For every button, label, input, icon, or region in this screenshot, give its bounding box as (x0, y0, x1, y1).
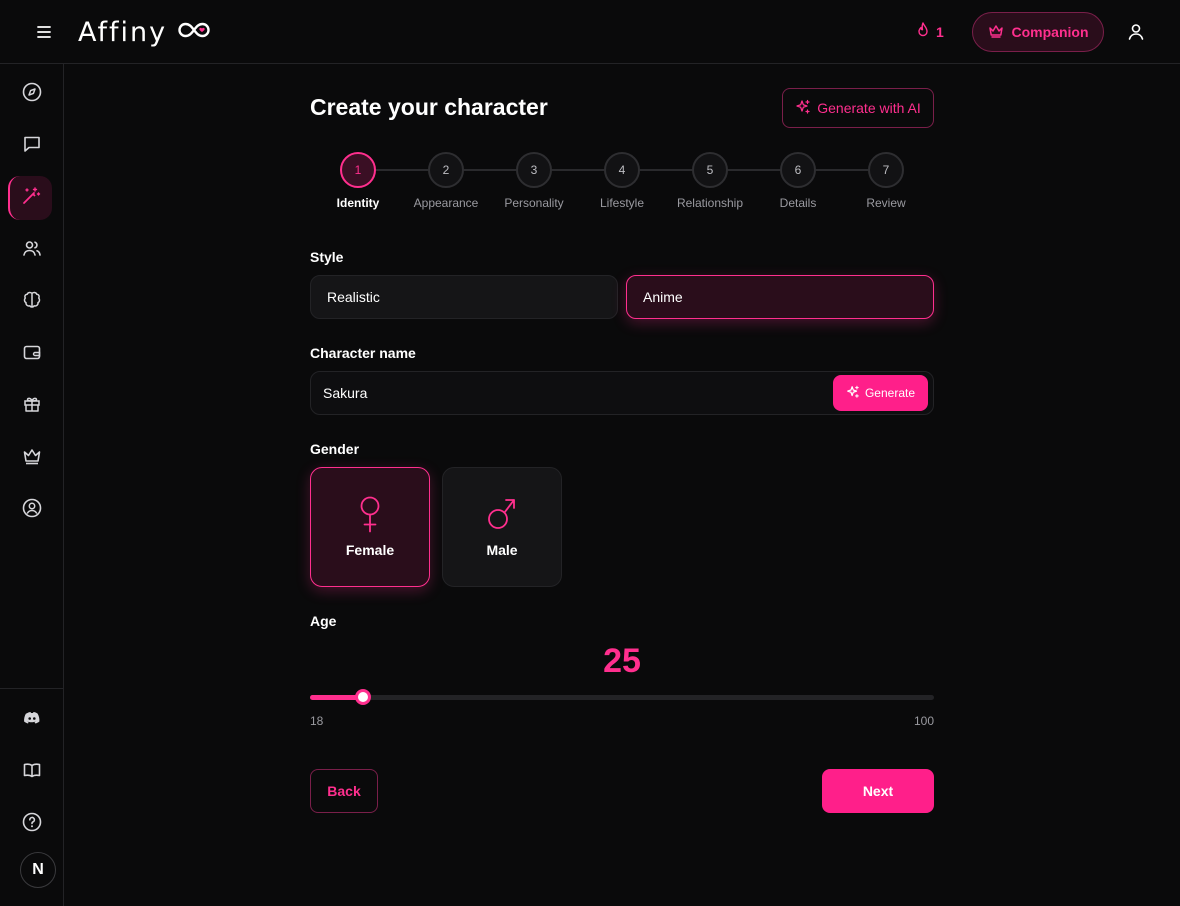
page-title: Create your character (310, 94, 548, 120)
sparkles-icon (846, 385, 860, 402)
menu-icon[interactable] (32, 22, 56, 42)
age-value: 25 (603, 642, 641, 680)
compass-icon (21, 81, 43, 108)
style-label: Style (310, 249, 344, 265)
stepper: 1 Identity 2 Appearance 3 Personality 4 … (310, 152, 934, 212)
step-number: 4 (604, 152, 640, 188)
step-label: Lifestyle (599, 196, 645, 210)
companion-label: Companion (1011, 24, 1089, 40)
streak-count: 1 (936, 23, 944, 40)
gender-option-female[interactable]: Female (310, 467, 430, 587)
gender-option-label: Male (486, 542, 518, 558)
step-identity[interactable]: 1 Identity (308, 152, 408, 210)
avatar[interactable]: N (20, 852, 56, 888)
brain-icon (21, 289, 43, 316)
step-number: 7 (868, 152, 904, 188)
step-details[interactable]: 6 Details (748, 152, 848, 210)
step-label: Relationship (676, 196, 744, 210)
character-name-input[interactable] (311, 372, 821, 414)
crown-icon (988, 24, 1004, 41)
style-option-realistic[interactable]: Realistic (310, 275, 618, 319)
style-option-anime[interactable]: Anime (626, 275, 934, 319)
sidebar-item-premium[interactable] (10, 436, 54, 480)
next-button[interactable]: Next (822, 769, 934, 813)
gender-option-male[interactable]: Male (442, 467, 562, 587)
step-number: 1 (340, 152, 376, 188)
users-icon (21, 237, 43, 264)
step-number: 5 (692, 152, 728, 188)
logo[interactable]: Affiny (78, 14, 213, 50)
discord-icon (21, 707, 43, 734)
age-label: Age (310, 613, 337, 629)
sidebar-item-gifts[interactable] (10, 384, 54, 428)
female-symbol-icon (311, 494, 429, 534)
generate-with-ai-label: Generate with AI (817, 100, 921, 116)
avatar-initial: N (32, 861, 44, 878)
step-label: Details (779, 196, 817, 210)
step-label: Personality (504, 196, 564, 210)
streak-counter[interactable]: 1 (916, 22, 944, 41)
step-label: Appearance (413, 196, 479, 210)
sidebar-divider (0, 688, 64, 689)
flame-icon (916, 22, 930, 41)
generate-label: Generate (864, 386, 916, 400)
gender-label: Gender (310, 441, 360, 457)
sidebar-item-create[interactable] (8, 176, 52, 220)
age-max-label: 100 (913, 714, 934, 728)
gift-icon (21, 393, 43, 420)
crown-icon (21, 445, 43, 472)
age-min-label: 18 (310, 714, 324, 728)
sidebar-item-explore[interactable] (10, 72, 54, 116)
brand-name: Affiny (78, 16, 168, 48)
sidebar-item-characters[interactable] (10, 228, 54, 272)
sidebar-item-memory[interactable] (10, 280, 54, 324)
generate-name-button[interactable]: Generate (833, 375, 928, 411)
male-symbol-icon (443, 494, 561, 534)
sparkles-icon (795, 99, 811, 118)
step-label: Review (866, 196, 906, 210)
gender-option-label: Female (345, 542, 395, 558)
style-option-label: Anime (643, 289, 683, 305)
character-name-field: Generate (310, 371, 934, 415)
user-icon[interactable] (1124, 20, 1148, 44)
age-slider-thumb[interactable] (355, 689, 372, 705)
help-icon (21, 811, 43, 838)
magic-wand-icon (20, 185, 42, 212)
sidebar-item-profile[interactable] (10, 488, 54, 532)
book-icon (21, 759, 43, 786)
profile-circle-icon (21, 497, 43, 524)
back-button[interactable]: Back (310, 769, 378, 813)
step-number: 6 (780, 152, 816, 188)
step-number: 3 (516, 152, 552, 188)
infinity-logo-icon (175, 19, 213, 46)
wallet-icon (21, 341, 43, 368)
step-appearance[interactable]: 2 Appearance (396, 152, 496, 210)
sidebar-item-chats[interactable] (10, 124, 54, 168)
sidebar-item-help[interactable] (10, 802, 54, 846)
age-slider[interactable] (310, 689, 934, 705)
step-personality[interactable]: 3 Personality (484, 152, 584, 210)
step-number: 2 (428, 152, 464, 188)
companion-button[interactable]: Companion (972, 12, 1104, 52)
sidebar: N (0, 64, 64, 906)
sidebar-item-wallet[interactable] (10, 332, 54, 376)
sidebar-item-discord[interactable] (10, 698, 54, 742)
generate-with-ai-button[interactable]: Generate with AI (782, 88, 934, 128)
step-lifestyle[interactable]: 4 Lifestyle (572, 152, 672, 210)
style-option-label: Realistic (327, 289, 380, 305)
step-label: Identity (336, 196, 380, 210)
character-name-label: Character name (310, 345, 416, 361)
step-relationship[interactable]: 5 Relationship (660, 152, 760, 210)
chat-icon (21, 133, 43, 160)
sidebar-item-docs[interactable] (10, 750, 54, 794)
step-review[interactable]: 7 Review (836, 152, 936, 210)
top-bar: Affiny 1 Companion (0, 0, 1180, 64)
